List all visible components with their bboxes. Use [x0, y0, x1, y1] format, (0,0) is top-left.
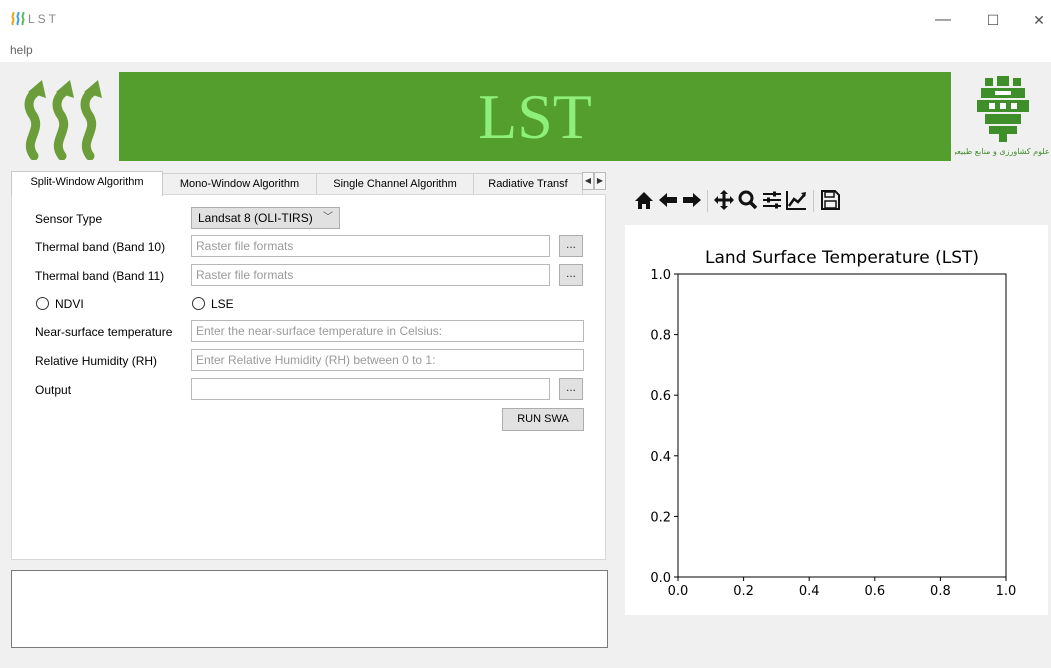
band11-browse-button[interactable]: ...	[559, 264, 583, 286]
x-tick-label: 0.0	[668, 584, 689, 599]
y-tick-label: 0.4	[650, 450, 671, 465]
lse-radio[interactable]	[192, 297, 205, 310]
rh-label: Relative Humidity (RH)	[35, 354, 158, 368]
menu-help[interactable]: help	[10, 43, 33, 57]
home-icon[interactable]	[632, 186, 656, 214]
toolbar-separator	[813, 190, 814, 212]
menu-bar: help	[0, 40, 1051, 62]
y-tick-label: 1.0	[650, 268, 671, 283]
axis-ticks: 0.0 0.2 0.4 0.6 0.8 1.0 0.0 0.2 0.4 0.6 0.8 1.0	[650, 268, 1016, 599]
banner-title: LST	[478, 81, 592, 152]
heat-waves-logo-icon	[24, 80, 102, 160]
tab-scroll-left-icon[interactable]: ◀	[582, 172, 594, 190]
run-swa-button[interactable]: RUN SWA	[502, 408, 584, 431]
save-icon[interactable]	[818, 186, 842, 214]
x-tick-label: 0.2	[733, 584, 754, 599]
ndvi-radio[interactable]	[36, 297, 49, 310]
x-tick-label: 0.6	[864, 584, 885, 599]
tab-single-channel[interactable]: Single Channel Algorithm	[316, 173, 474, 195]
window-title: LST	[28, 12, 60, 26]
plot-axes-frame	[677, 273, 1007, 578]
band10-input[interactable]: Raster file formats	[191, 235, 550, 257]
tab-mono-window[interactable]: Mono-Window Algorithm	[162, 173, 317, 195]
rh-input[interactable]: Enter Relative Humidity (RH) between 0 t…	[191, 349, 584, 371]
forward-arrow-icon[interactable]	[680, 186, 704, 214]
y-tick-label: 0.8	[650, 329, 671, 344]
tab-split-window[interactable]: Split-Window Algorithm	[11, 171, 163, 196]
sensor-type-value: Landsat 8 (OLI-TIRS)	[198, 211, 313, 225]
ndvi-label: NDVI	[55, 297, 84, 311]
app-window: LST — ☐ ✕ help LST علوم کشاورزی و منابع …	[0, 0, 1051, 668]
output-browse-button[interactable]: ...	[559, 378, 583, 400]
algorithm-tabs: Split-Window Algorithm Mono-Window Algor…	[11, 171, 611, 196]
subplots-icon[interactable]	[760, 186, 784, 214]
close-button[interactable]: ✕	[1024, 8, 1051, 32]
lse-label: LSE	[211, 297, 234, 311]
sensor-type-select[interactable]: Landsat 8 (OLI-TIRS) ﹀	[191, 207, 340, 229]
zoom-icon[interactable]	[736, 186, 760, 214]
band11-label: Thermal band (Band 11)	[35, 269, 165, 283]
near-surface-input[interactable]: Enter the near-surface temperature in Ce…	[191, 320, 584, 342]
sensor-type-label: Sensor Type	[35, 212, 103, 226]
log-output-box[interactable]	[11, 570, 608, 648]
toolbar-separator	[707, 190, 708, 212]
chart-title: Land Surface Temperature (LST)	[705, 248, 979, 268]
x-tick-label: 0.4	[799, 584, 820, 599]
chevron-down-icon: ﹀	[323, 212, 333, 223]
lst-chart: Land Surface Temperature (LST) 0.0 0.2 0.4…	[650, 248, 1016, 599]
band10-browse-button[interactable]: ...	[559, 235, 583, 257]
app-banner: LST	[119, 72, 951, 161]
output-label: Output	[35, 383, 72, 397]
output-input[interactable]	[191, 378, 550, 400]
plot-toolbar	[632, 186, 922, 216]
university-logo-caption: دانشگاه علوم کشاورزی و منابع طبیعی گرگان	[955, 146, 1051, 156]
edit-axis-icon[interactable]	[784, 186, 808, 214]
lst-plot: Land Surface Temperature (LST) 0.0 0.2 0.4…	[625, 225, 1048, 615]
minimize-button[interactable]: —	[928, 8, 958, 32]
x-tick-label: 0.8	[930, 584, 951, 599]
band11-input[interactable]: Raster file formats	[191, 264, 550, 286]
tab-scroll-right-icon[interactable]: ▶	[594, 172, 606, 190]
near-surface-label: Near-surface temperature	[35, 325, 173, 339]
tab-radiative-transfer[interactable]: Radiative Transf	[473, 173, 583, 195]
pan-icon[interactable]	[712, 186, 736, 214]
y-tick-label: 0.6	[650, 389, 671, 404]
x-tick-label: 1.0	[996, 584, 1017, 599]
maximize-button[interactable]: ☐	[978, 8, 1008, 32]
app-icon	[11, 12, 25, 26]
title-bar: LST — ☐ ✕	[0, 0, 1051, 40]
band10-label: Thermal band (Band 10)	[35, 240, 166, 254]
y-tick-label: 0.2	[650, 510, 671, 525]
university-logo-icon: دانشگاه علوم کشاورزی و منابع طبیعی گرگان	[955, 76, 1051, 156]
y-tick-label: 0.0	[650, 571, 671, 586]
back-arrow-icon[interactable]	[656, 186, 680, 214]
